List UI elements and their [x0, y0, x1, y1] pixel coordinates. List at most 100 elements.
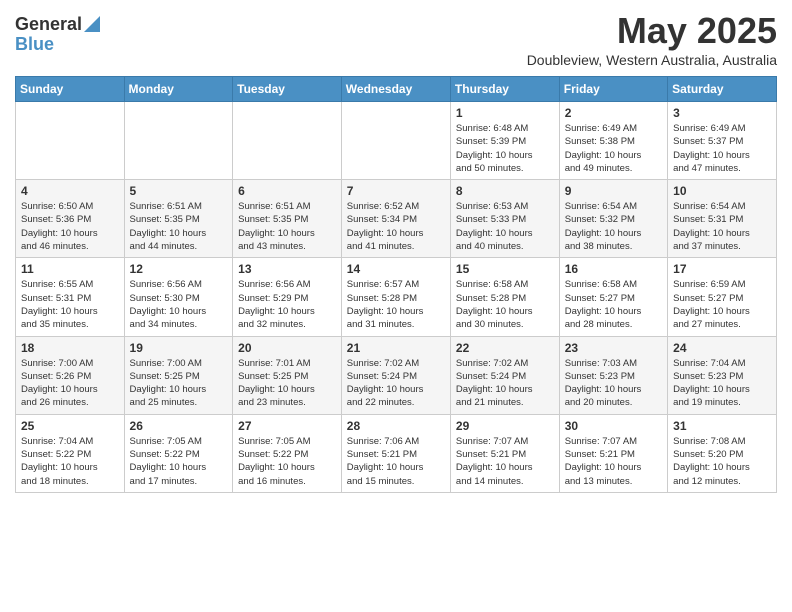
day-info: Sunrise: 7:00 AM Sunset: 5:25 PM Dayligh…: [130, 357, 228, 410]
location-title: Doubleview, Western Australia, Australia: [527, 52, 777, 68]
day-info: Sunrise: 7:04 AM Sunset: 5:22 PM Dayligh…: [21, 435, 119, 488]
day-number: 23: [565, 341, 662, 355]
day-number: 24: [673, 341, 771, 355]
day-number: 13: [238, 262, 336, 276]
day-number: 26: [130, 419, 228, 433]
table-row: 16 Sunrise: 6:58 AM Sunset: 5:27 PM Dayli…: [559, 258, 667, 336]
day-number: 4: [21, 184, 119, 198]
day-info: Sunrise: 7:08 AM Sunset: 5:20 PM Dayligh…: [673, 435, 771, 488]
calendar-week-row: 1 Sunrise: 6:48 AM Sunset: 5:39 PM Daylig…: [16, 102, 777, 180]
day-number: 15: [456, 262, 554, 276]
day-info: Sunrise: 6:51 AM Sunset: 5:35 PM Dayligh…: [238, 200, 336, 253]
day-info: Sunrise: 6:53 AM Sunset: 5:33 PM Dayligh…: [456, 200, 554, 253]
day-info: Sunrise: 6:48 AM Sunset: 5:39 PM Dayligh…: [456, 122, 554, 175]
table-row: 8 Sunrise: 6:53 AM Sunset: 5:33 PM Daylig…: [450, 180, 559, 258]
day-info: Sunrise: 6:54 AM Sunset: 5:32 PM Dayligh…: [565, 200, 662, 253]
day-info: Sunrise: 7:02 AM Sunset: 5:24 PM Dayligh…: [456, 357, 554, 410]
table-row: 25 Sunrise: 7:04 AM Sunset: 5:22 PM Dayli…: [16, 414, 125, 492]
logo-general-text: General: [15, 15, 82, 35]
table-row: 24 Sunrise: 7:04 AM Sunset: 5:23 PM Dayli…: [668, 336, 777, 414]
day-info: Sunrise: 7:01 AM Sunset: 5:25 PM Dayligh…: [238, 357, 336, 410]
day-number: 19: [130, 341, 228, 355]
day-info: Sunrise: 6:51 AM Sunset: 5:35 PM Dayligh…: [130, 200, 228, 253]
calendar: Sunday Monday Tuesday Wednesday Thursday…: [15, 76, 777, 493]
col-sunday: Sunday: [16, 77, 125, 102]
day-info: Sunrise: 6:57 AM Sunset: 5:28 PM Dayligh…: [347, 278, 445, 331]
title-area: May 2025 Doubleview, Western Australia, …: [527, 10, 777, 68]
day-info: Sunrise: 6:56 AM Sunset: 5:29 PM Dayligh…: [238, 278, 336, 331]
table-row: 15Sunrise: 6:58 AM Sunset: 5:28 PM Dayli…: [450, 258, 559, 336]
day-number: 25: [21, 419, 119, 433]
day-number: 1: [456, 106, 554, 120]
header: General Blue May 2025 Doubleview, Wester…: [15, 10, 777, 68]
day-number: 16: [565, 262, 662, 276]
day-number: 14: [347, 262, 445, 276]
col-friday: Friday: [559, 77, 667, 102]
day-info: Sunrise: 6:59 AM Sunset: 5:27 PM Dayligh…: [673, 278, 771, 331]
table-row: 5Sunrise: 6:51 AM Sunset: 5:35 PM Daylig…: [124, 180, 233, 258]
day-number: 8: [456, 184, 554, 198]
day-number: 12: [130, 262, 228, 276]
table-row: [233, 102, 342, 180]
table-row: 2Sunrise: 6:49 AM Sunset: 5:38 PM Daylig…: [559, 102, 667, 180]
table-row: 11 Sunrise: 6:55 AM Sunset: 5:31 PM Dayli…: [16, 258, 125, 336]
logo-triangle-icon: [84, 16, 100, 32]
calendar-week-row: 11 Sunrise: 6:55 AM Sunset: 5:31 PM Dayli…: [16, 258, 777, 336]
day-number: 9: [565, 184, 662, 198]
table-row: 10Sunrise: 6:54 AM Sunset: 5:31 PM Dayli…: [668, 180, 777, 258]
day-number: 17: [673, 262, 771, 276]
day-info: Sunrise: 7:05 AM Sunset: 5:22 PM Dayligh…: [130, 435, 228, 488]
day-info: Sunrise: 7:06 AM Sunset: 5:21 PM Dayligh…: [347, 435, 445, 488]
table-row: [124, 102, 233, 180]
col-wednesday: Wednesday: [341, 77, 450, 102]
day-info: Sunrise: 6:52 AM Sunset: 5:34 PM Dayligh…: [347, 200, 445, 253]
day-number: 11: [21, 262, 119, 276]
table-row: 12 Sunrise: 6:56 AM Sunset: 5:30 PM Dayli…: [124, 258, 233, 336]
table-row: [341, 102, 450, 180]
day-info: Sunrise: 6:55 AM Sunset: 5:31 PM Dayligh…: [21, 278, 119, 331]
day-info: Sunrise: 7:05 AM Sunset: 5:22 PM Dayligh…: [238, 435, 336, 488]
day-info: Sunrise: 7:07 AM Sunset: 5:21 PM Dayligh…: [565, 435, 662, 488]
table-row: 3Sunrise: 6:49 AM Sunset: 5:37 PM Daylig…: [668, 102, 777, 180]
table-row: 17 Sunrise: 6:59 AM Sunset: 5:27 PM Dayli…: [668, 258, 777, 336]
table-row: 26 Sunrise: 7:05 AM Sunset: 5:22 PM Dayli…: [124, 414, 233, 492]
day-number: 20: [238, 341, 336, 355]
table-row: [16, 102, 125, 180]
table-row: 6 Sunrise: 6:51 AM Sunset: 5:35 PM Daylig…: [233, 180, 342, 258]
day-number: 6: [238, 184, 336, 198]
table-row: 4 Sunrise: 6:50 AM Sunset: 5:36 PM Daylig…: [16, 180, 125, 258]
day-number: 10: [673, 184, 771, 198]
col-saturday: Saturday: [668, 77, 777, 102]
day-number: 30: [565, 419, 662, 433]
table-row: 7 Sunrise: 6:52 AM Sunset: 5:34 PM Daylig…: [341, 180, 450, 258]
calendar-week-row: 18Sunrise: 7:00 AM Sunset: 5:26 PM Dayli…: [16, 336, 777, 414]
table-row: 29Sunrise: 7:07 AM Sunset: 5:21 PM Dayli…: [450, 414, 559, 492]
table-row: 18Sunrise: 7:00 AM Sunset: 5:26 PM Dayli…: [16, 336, 125, 414]
day-info: Sunrise: 6:56 AM Sunset: 5:30 PM Dayligh…: [130, 278, 228, 331]
day-info: Sunrise: 7:07 AM Sunset: 5:21 PM Dayligh…: [456, 435, 554, 488]
day-number: 22: [456, 341, 554, 355]
day-number: 7: [347, 184, 445, 198]
calendar-header-row: Sunday Monday Tuesday Wednesday Thursday…: [16, 77, 777, 102]
day-info: Sunrise: 7:04 AM Sunset: 5:23 PM Dayligh…: [673, 357, 771, 410]
table-row: 9 Sunrise: 6:54 AM Sunset: 5:32 PM Daylig…: [559, 180, 667, 258]
table-row: 28 Sunrise: 7:06 AM Sunset: 5:21 PM Dayli…: [341, 414, 450, 492]
day-info: Sunrise: 6:50 AM Sunset: 5:36 PM Dayligh…: [21, 200, 119, 253]
table-row: 31 Sunrise: 7:08 AM Sunset: 5:20 PM Dayli…: [668, 414, 777, 492]
table-row: 1 Sunrise: 6:48 AM Sunset: 5:39 PM Daylig…: [450, 102, 559, 180]
month-title: May 2025: [527, 10, 777, 52]
day-number: 31: [673, 419, 771, 433]
day-number: 28: [347, 419, 445, 433]
table-row: 23Sunrise: 7:03 AM Sunset: 5:23 PM Dayli…: [559, 336, 667, 414]
day-number: 21: [347, 341, 445, 355]
day-info: Sunrise: 6:49 AM Sunset: 5:38 PM Dayligh…: [565, 122, 662, 175]
calendar-week-row: 25 Sunrise: 7:04 AM Sunset: 5:22 PM Dayli…: [16, 414, 777, 492]
table-row: 22 Sunrise: 7:02 AM Sunset: 5:24 PM Dayli…: [450, 336, 559, 414]
col-tuesday: Tuesday: [233, 77, 342, 102]
day-info: Sunrise: 6:58 AM Sunset: 5:27 PM Dayligh…: [565, 278, 662, 331]
logo-blue-text: Blue: [15, 35, 100, 55]
day-info: Sunrise: 7:02 AM Sunset: 5:24 PM Dayligh…: [347, 357, 445, 410]
col-monday: Monday: [124, 77, 233, 102]
day-number: 3: [673, 106, 771, 120]
table-row: 30 Sunrise: 7:07 AM Sunset: 5:21 PM Dayli…: [559, 414, 667, 492]
